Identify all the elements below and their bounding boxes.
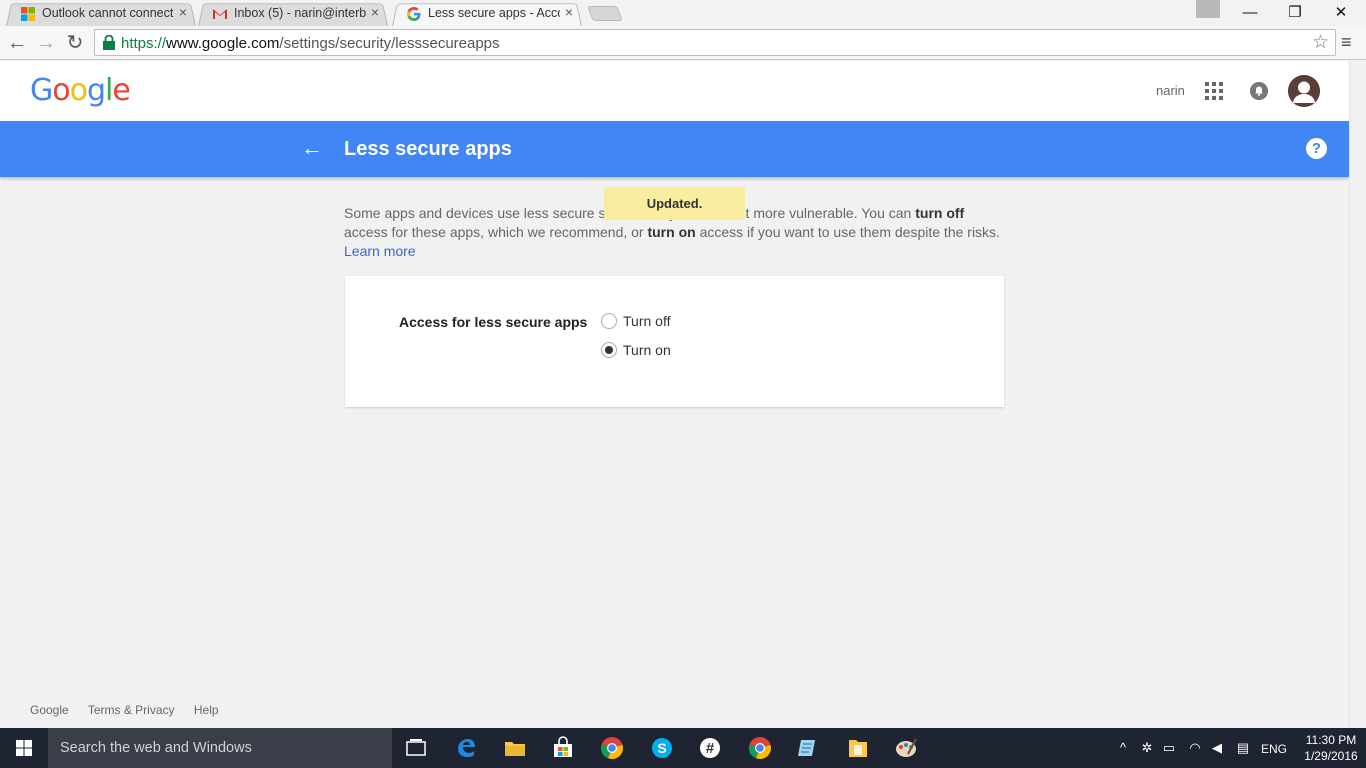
notepad-icon[interactable] (796, 736, 820, 760)
apps-grid-icon[interactable] (1205, 82, 1223, 100)
footer-link-help[interactable]: Help (194, 703, 219, 717)
taskbar-search-box[interactable]: Search the web and Windows (48, 728, 392, 768)
settings-card: Access for less secure apps Turn off Tur… (345, 276, 1004, 407)
action-center-icon[interactable]: ▤ (1235, 740, 1251, 756)
paint-icon[interactable] (894, 736, 918, 760)
wifi-icon[interactable]: ◠ (1187, 740, 1203, 756)
new-tab-button[interactable] (587, 6, 623, 21)
bookmark-star-icon[interactable]: ☆ (1312, 31, 1329, 54)
chrome-icon[interactable] (600, 736, 624, 760)
settings-gear-icon[interactable]: ✲ (1139, 740, 1155, 756)
language-indicator[interactable]: ENG (1261, 742, 1287, 756)
lock-icon (103, 35, 115, 50)
file-explorer-icon[interactable] (503, 736, 527, 760)
radio-label[interactable]: Turn on (623, 342, 671, 358)
tab-close-icon[interactable]: × (176, 4, 190, 20)
clock-date: 1/29/2016 (1304, 749, 1358, 763)
radio-button-on[interactable] (601, 342, 617, 358)
url-path: /settings/security/lesssecureapps (279, 35, 500, 52)
tab-close-icon[interactable]: × (562, 4, 576, 20)
google-g-icon (407, 7, 421, 21)
notifications-bell-icon[interactable] (1250, 82, 1268, 100)
slack-icon[interactable]: # (698, 736, 722, 760)
avatar[interactable] (1288, 75, 1320, 107)
tab-gmail-inbox[interactable]: Inbox (5) - narin@interbui × (198, 0, 388, 27)
forward-button[interactable]: → (34, 31, 58, 55)
tab-close-icon[interactable]: × (368, 4, 382, 20)
tab-outlook[interactable]: Outlook cannot connect to × (6, 0, 196, 27)
reload-button[interactable]: ↻ (63, 31, 87, 55)
tab-title: Outlook cannot connect to (42, 6, 174, 20)
setting-label: Access for less secure apps (399, 314, 588, 330)
address-bar[interactable]: https://www.google.com/settings/security… (94, 29, 1336, 56)
page-scrollbar[interactable] (1349, 61, 1366, 728)
radio-button-off[interactable] (601, 313, 617, 329)
page-title: Less secure apps (344, 138, 512, 160)
google-header: Google narin (0, 61, 1349, 121)
account-username[interactable]: narin (1156, 83, 1185, 98)
profile-icon[interactable] (1196, 0, 1220, 18)
restore-button[interactable]: ❐ (1272, 0, 1318, 26)
task-view-icon[interactable] (404, 736, 428, 760)
gmail-icon (213, 9, 227, 19)
windows-start-button[interactable] (0, 728, 48, 768)
tab-title: Less secure apps - Accoun (428, 6, 560, 20)
show-hidden-icons-icon[interactable]: ^ (1115, 740, 1131, 756)
close-window-button[interactable]: ✕ (1318, 0, 1364, 26)
chrome-active-icon[interactable] (748, 736, 772, 760)
footer-link-google[interactable]: Google (30, 703, 69, 717)
store-icon[interactable] (551, 736, 575, 760)
tab-less-secure-apps[interactable]: Less secure apps - Accoun × (392, 0, 582, 27)
help-icon[interactable]: ? (1306, 138, 1327, 159)
google-logo[interactable]: Google (30, 73, 131, 108)
volume-icon[interactable]: ◀ (1209, 740, 1225, 756)
chrome-menu-icon[interactable]: ≡ (1341, 32, 1352, 53)
skype-icon[interactable]: S (650, 736, 674, 760)
taskbar-clock[interactable]: 11:30 PM 1/29/2016 (1300, 732, 1362, 764)
url-text: https://www.google.com/settings/security… (121, 35, 500, 52)
edge-browser-icon[interactable] (454, 736, 478, 760)
url-scheme: https:// (121, 35, 167, 52)
svg-text:S: S (657, 740, 666, 756)
browser-toolbar: ← → ↻ https://www.google.com/settings/se… (0, 26, 1366, 60)
footer-link-terms-privacy[interactable]: Terms & Privacy (88, 703, 175, 717)
microsoft-logo-icon (21, 7, 35, 21)
back-button[interactable]: ← (5, 31, 29, 55)
updated-toast: Updated. (604, 187, 745, 220)
windows-taskbar: Search the web and Windows S # ^ ✲ ▭ ◠ ◀… (0, 728, 1366, 768)
learn-more-link[interactable]: Learn more (344, 243, 416, 259)
clock-time: 11:30 PM (1305, 733, 1357, 747)
page-title-bar: ← Less secure apps ? (0, 121, 1349, 177)
web-page: Google narin ← Less secure apps ? Some a… (0, 61, 1349, 728)
page-footer: Google Terms & Privacy Help (30, 703, 235, 717)
back-arrow-icon[interactable]: ← (301, 135, 323, 161)
tab-title: Inbox (5) - narin@interbui (234, 6, 366, 20)
taskbar-search-placeholder: Search the web and Windows (60, 740, 252, 756)
folder-icon[interactable] (846, 736, 870, 760)
radio-label[interactable]: Turn off (623, 313, 670, 329)
battery-icon[interactable]: ▭ (1161, 740, 1177, 756)
browser-tab-strip: Outlook cannot connect to × Inbox (5) - … (0, 0, 1366, 27)
svg-text:#: # (706, 740, 715, 757)
url-host: www.google.com (166, 35, 280, 52)
turn-off-emphasis: turn off (915, 205, 965, 221)
turn-on-emphasis: turn on (647, 224, 696, 240)
minimize-button[interactable]: — (1227, 0, 1273, 26)
